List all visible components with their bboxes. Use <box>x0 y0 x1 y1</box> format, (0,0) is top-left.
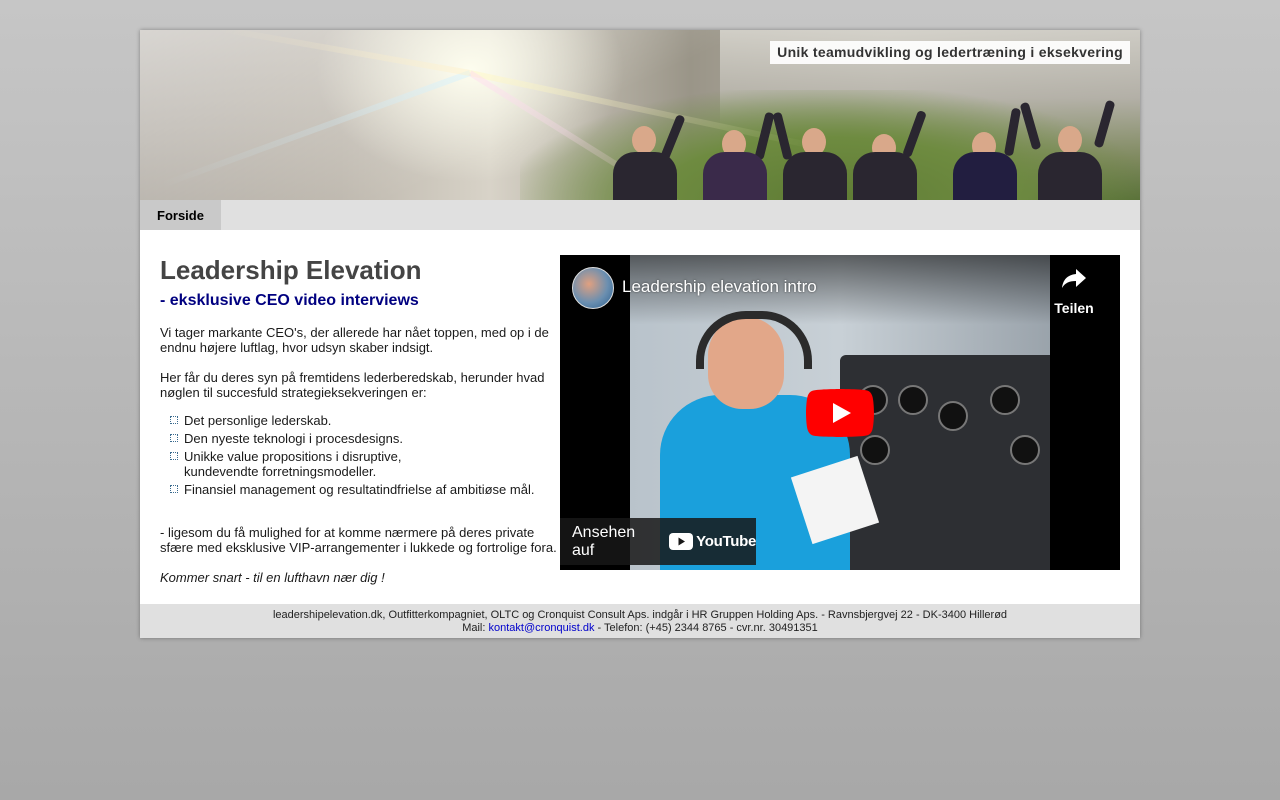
play-icon <box>806 389 874 437</box>
cockpit-panel <box>840 355 1050 570</box>
footer-phone-cvr: - Telefon: (+45) 2344 8765 - cvr.nr. 304… <box>597 622 818 634</box>
person-figure <box>772 110 850 200</box>
page-footer: leadershipelevation.dk, Outfitterkompagn… <box>140 604 1140 638</box>
youtube-logo-mark <box>669 533 694 550</box>
banner-light-ray <box>158 70 472 189</box>
channel-avatar[interactable] <box>572 267 614 309</box>
person-figure <box>700 110 775 200</box>
person-figure <box>850 109 927 200</box>
footer-address: leadershipelevation.dk, Outfitterkompagn… <box>272 609 1008 621</box>
person-figure <box>610 110 686 200</box>
coming-soon-text: Kommer snart - til en lufthavn nær dig ! <box>160 570 385 585</box>
banner-light-ray <box>213 30 471 76</box>
play-button[interactable] <box>806 389 874 437</box>
share-icon <box>1062 269 1086 288</box>
main-navigation: Forside <box>140 200 1140 230</box>
text-column: Leadership Elevation - eksklusive CEO vi… <box>160 254 560 585</box>
nav-tab-forside[interactable]: Forside <box>140 200 221 230</box>
youtube-wordmark: YouTube <box>696 533 756 550</box>
page-subtitle: - eksklusive CEO video interviews <box>160 292 419 309</box>
header-banner: Unik teamudvikling og ledertræning i eks… <box>140 30 1140 200</box>
intro-paragraph: Vi tager markante CEO's, der allerede ha… <box>160 325 549 355</box>
insight-paragraph: Her får du deres syn på fremtidens leder… <box>160 370 545 400</box>
main-content: Leadership Elevation - eksklusive CEO vi… <box>140 230 1140 604</box>
list-item: Det personlige lederskab. <box>170 413 560 428</box>
video-title[interactable]: Leadership elevation intro <box>622 277 817 297</box>
watch-on-label: Ansehen auf <box>572 523 636 559</box>
vip-paragraph: - ligesom du få mulighed for at komme næ… <box>160 525 557 555</box>
youtube-logo-icon: YouTube <box>669 533 756 550</box>
person-figure <box>950 107 1022 200</box>
banner-team-photo <box>610 99 1140 200</box>
footer-mail-link[interactable]: kontakt@cronquist.dk <box>489 622 595 634</box>
share-button[interactable]: Teilen <box>1052 267 1096 316</box>
watch-on-youtube-button[interactable]: Ansehen auf YouTube <box>560 518 756 565</box>
person-figure <box>1019 99 1116 200</box>
share-label: Teilen <box>1054 300 1094 316</box>
youtube-video-embed[interactable]: Leadership elevation intro Teilen Ansehe… <box>560 255 1120 570</box>
list-item: Unikke value propositions i disruptive, … <box>170 449 414 479</box>
page-title: Leadership Elevation <box>160 255 422 285</box>
headset-icon <box>696 311 812 369</box>
list-item: Finansiel management og resultatindfriel… <box>170 482 560 497</box>
footer-contact: Mail: kontakt@cronquist.dk - Telefon: (+… <box>140 622 1140 635</box>
banner-caption: Unik teamudvikling og ledertræning i eks… <box>770 41 1130 64</box>
list-item: Den nyeste teknologi i procesdesigns. <box>170 431 414 446</box>
page-container: Unik teamudvikling og ledertræning i eks… <box>140 30 1140 638</box>
topic-list: Det personlige lederskab. Den nyeste tek… <box>160 413 560 497</box>
footer-mail-prefix: Mail: <box>462 622 486 634</box>
